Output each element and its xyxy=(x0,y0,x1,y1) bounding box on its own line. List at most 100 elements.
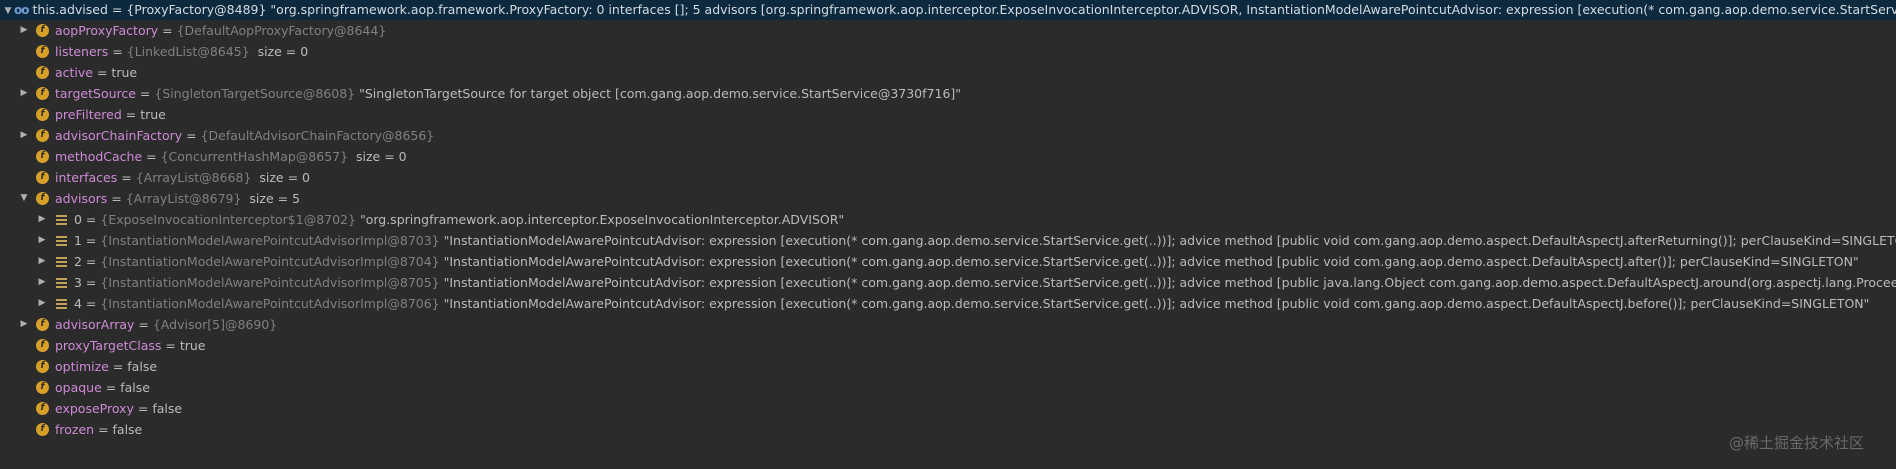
field-value: "SingletonTargetSource for target object… xyxy=(359,86,962,101)
collapse-arrow-icon[interactable]: ▶ xyxy=(36,209,48,230)
equals-sign: = xyxy=(161,338,180,353)
field-name: advisorArray xyxy=(55,317,135,332)
field-name: active xyxy=(55,65,93,80)
object-value: "org.springframework.aop.framework.Proxy… xyxy=(270,2,1896,17)
tree-row-proxyTargetClass[interactable]: f proxyTargetClass = true xyxy=(0,335,1896,356)
object-ref: {DefaultAdvisorChainFactory@8656} xyxy=(200,128,435,143)
tree-row-preFiltered[interactable]: f preFiltered = true xyxy=(0,104,1896,125)
object-ref: {ConcurrentHashMap@8657} xyxy=(160,149,349,164)
collapse-arrow-icon[interactable]: ▶ xyxy=(36,293,48,314)
object-ref: {InstantiationModelAwarePointcutAdvisorI… xyxy=(100,296,440,311)
field-name: frozen xyxy=(55,422,95,437)
list-element-icon xyxy=(56,235,67,246)
tree-row-methodCache[interactable]: f methodCache = {ConcurrentHashMap@8657}… xyxy=(0,146,1896,167)
tree-row-advisor-4[interactable]: ▶ 4 = {InstantiationModelAwarePointcutAd… xyxy=(0,293,1896,314)
tree-row-this-advised[interactable]: ▼ oo this.advised = {ProxyFactory@8489} … xyxy=(0,0,1896,20)
collapse-arrow-icon[interactable]: ▶ xyxy=(18,20,30,41)
equals-sign: = xyxy=(81,233,101,248)
field-value: false xyxy=(152,401,183,416)
tree-row-frozen[interactable]: f frozen = false xyxy=(0,419,1896,440)
object-ref: {ExposeInvocationInterceptor$1@8702} xyxy=(100,212,356,227)
field-value: size = 5 xyxy=(249,191,301,206)
field-name: proxyTargetClass xyxy=(55,338,162,353)
field-name: interfaces xyxy=(55,170,118,185)
tree-row-active[interactable]: f active = true xyxy=(0,62,1896,83)
equals-sign: = xyxy=(134,317,153,332)
element-index: 1 xyxy=(74,233,82,248)
tree-row-listeners[interactable]: f listeners = {LinkedList@8645} size = 0 xyxy=(0,41,1896,62)
tree-row-interfaces[interactable]: f interfaces = {ArrayList@8668} size = 0 xyxy=(0,167,1896,188)
collapse-arrow-icon[interactable]: ▶ xyxy=(36,251,48,272)
field-value: size = 0 xyxy=(257,44,309,59)
tree-row-opaque[interactable]: f opaque = false xyxy=(0,377,1896,398)
equals-sign: = xyxy=(158,23,177,38)
tree-row-advisorChainFactory[interactable]: ▶ f advisorChainFactory = {DefaultAdviso… xyxy=(0,125,1896,146)
field-name: exposeProxy xyxy=(55,401,134,416)
field-icon: f xyxy=(36,360,49,373)
object-ref: {SingletonTargetSource@8608} xyxy=(154,86,356,101)
field-icon: f xyxy=(36,150,49,163)
element-index: 0 xyxy=(74,212,82,227)
equals-sign: = xyxy=(142,149,161,164)
field-icon: f xyxy=(36,402,49,415)
field-name: advisorChainFactory xyxy=(55,128,183,143)
object-ref: {ArrayList@8668} xyxy=(135,170,252,185)
object-ref: {ProxyFactory@8489} xyxy=(126,2,267,17)
equals-sign: = xyxy=(107,191,126,206)
tree-row-targetSource[interactable]: ▶ f targetSource = {SingletonTargetSourc… xyxy=(0,83,1896,104)
watch-infinity-icon: oo xyxy=(14,3,29,17)
tree-row-exposeProxy[interactable]: f exposeProxy = false xyxy=(0,398,1896,419)
element-value: "InstantiationModelAwarePointcutAdvisor:… xyxy=(443,296,1870,311)
field-icon: f xyxy=(36,66,49,79)
object-ref: {InstantiationModelAwarePointcutAdvisorI… xyxy=(100,233,440,248)
field-value: true xyxy=(140,107,166,122)
equals-sign: = xyxy=(94,422,113,437)
object-ref: {DefaultAopProxyFactory@8644} xyxy=(176,23,387,38)
tree-row-advisor-0[interactable]: ▶ 0 = {ExposeInvocationInterceptor$1@870… xyxy=(0,209,1896,230)
field-icon: f xyxy=(36,339,49,352)
field-value: true xyxy=(111,65,138,80)
tree-row-aopProxyFactory[interactable]: ▶ f aopProxyFactory = {DefaultAopProxyFa… xyxy=(0,20,1896,41)
field-icon: f xyxy=(36,423,49,436)
equals-sign: = xyxy=(81,212,101,227)
field-value: size = 0 xyxy=(356,149,407,164)
tree-row-advisorArray[interactable]: ▶ f advisorArray = {Advisor[5]@8690} xyxy=(0,314,1896,335)
list-element-icon xyxy=(56,277,67,288)
field-name: targetSource xyxy=(55,86,136,101)
tree-row-advisor-1[interactable]: ▶ 1 = {InstantiationModelAwarePointcutAd… xyxy=(0,230,1896,251)
equals-sign: = xyxy=(133,401,153,416)
tree-row-advisor-3[interactable]: ▶ 3 = {InstantiationModelAwarePointcutAd… xyxy=(0,272,1896,293)
field-icon: f xyxy=(36,381,49,394)
equals-sign: = xyxy=(135,86,155,101)
element-index: 3 xyxy=(74,275,82,290)
element-value: "InstantiationModelAwarePointcutAdvisor:… xyxy=(443,254,1859,269)
equals-sign: = xyxy=(108,359,128,374)
collapse-arrow-icon[interactable]: ▶ xyxy=(36,230,48,251)
tree-row-optimize[interactable]: f optimize = false xyxy=(0,356,1896,377)
element-value: "InstantiationModelAwarePointcutAdvisor:… xyxy=(443,275,1896,290)
element-value: "org.springframework.aop.interceptor.Exp… xyxy=(359,212,845,227)
field-icon: f xyxy=(36,129,49,142)
field-name: advisors xyxy=(55,191,108,206)
tree-row-advisor-2[interactable]: ▶ 2 = {InstantiationModelAwarePointcutAd… xyxy=(0,251,1896,272)
collapse-arrow-icon[interactable]: ▶ xyxy=(36,272,48,293)
object-ref: {Advisor[5]@8690} xyxy=(152,317,278,332)
equals-sign: = xyxy=(81,296,101,311)
collapse-arrow-icon[interactable]: ▶ xyxy=(18,83,30,104)
field-value: true xyxy=(179,338,206,353)
field-name: listeners xyxy=(55,44,109,59)
element-value: "InstantiationModelAwarePointcutAdvisor:… xyxy=(443,233,1896,248)
expand-arrow-icon[interactable]: ▼ xyxy=(18,188,30,209)
object-ref: {InstantiationModelAwarePointcutAdvisorI… xyxy=(100,275,440,290)
element-index: 4 xyxy=(74,296,82,311)
expand-arrow-icon[interactable]: ▼ xyxy=(2,0,14,20)
field-value: false xyxy=(112,422,143,437)
collapse-arrow-icon[interactable]: ▶ xyxy=(18,314,30,335)
tree-row-advisors[interactable]: ▼ f advisors = {ArrayList@8679} size = 5 xyxy=(0,188,1896,209)
variable-name: this.advised xyxy=(32,2,108,17)
field-name: preFiltered xyxy=(55,107,122,122)
field-value: size = 0 xyxy=(259,170,311,185)
field-value: false xyxy=(120,380,150,395)
collapse-arrow-icon[interactable]: ▶ xyxy=(18,125,30,146)
field-icon: f xyxy=(36,192,49,205)
